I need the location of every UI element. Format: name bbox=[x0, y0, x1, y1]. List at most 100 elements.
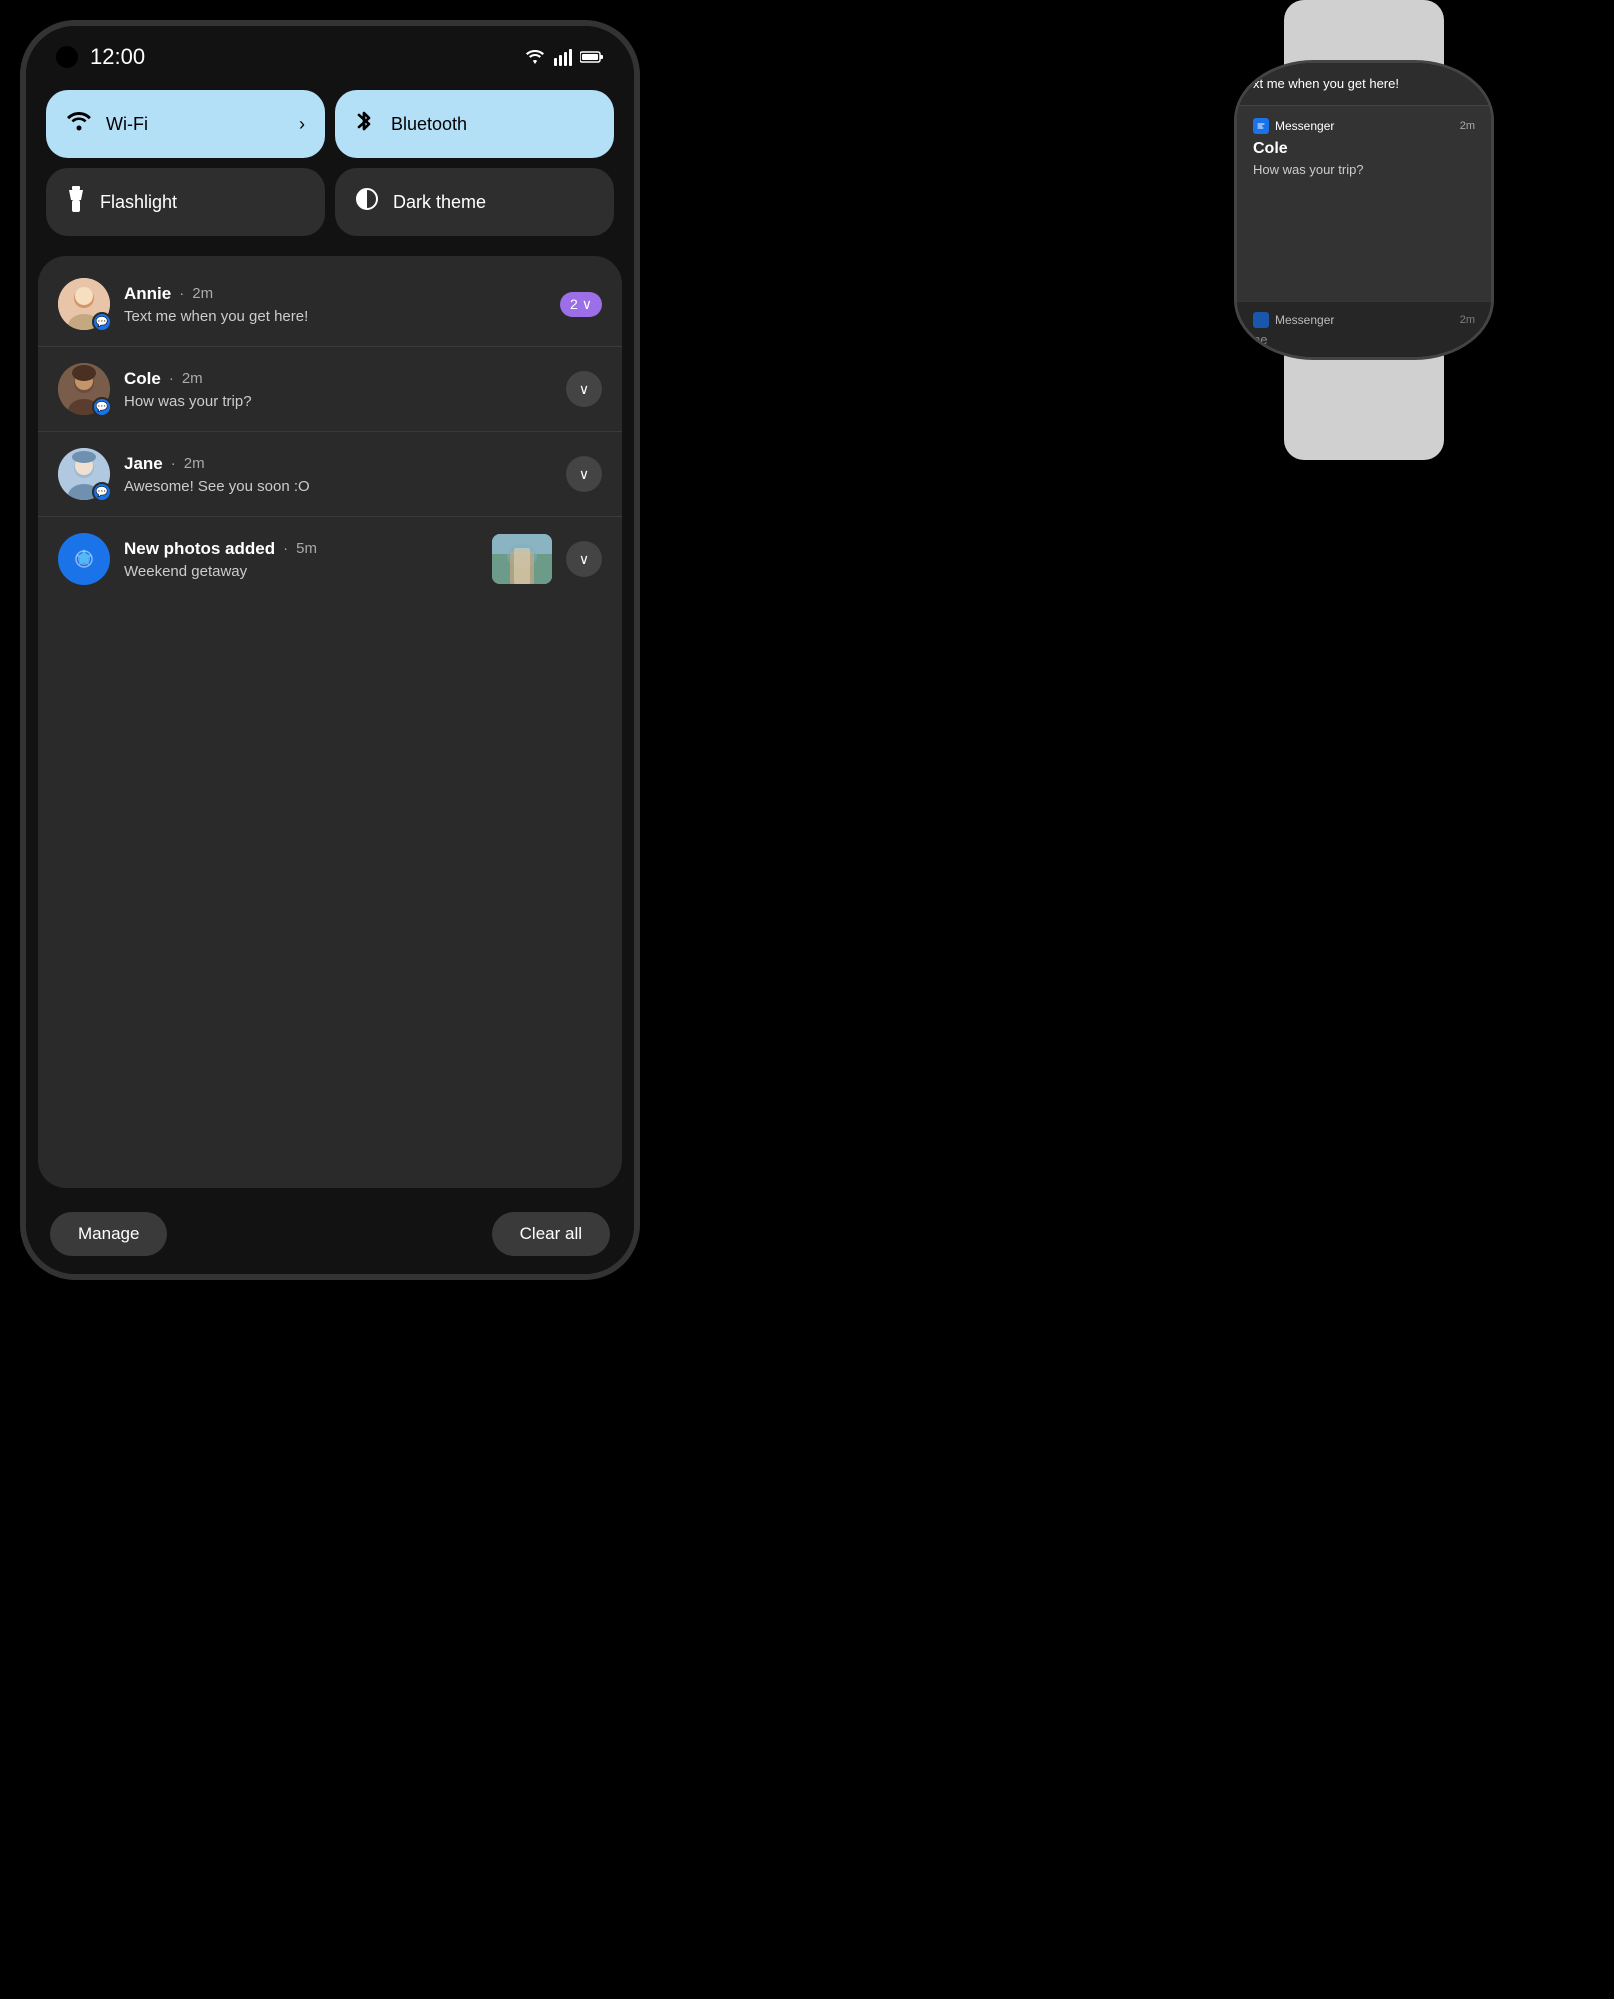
cole-action[interactable]: ∨ bbox=[566, 371, 602, 407]
watch-message: How was your trip? bbox=[1253, 162, 1475, 177]
photos-message: Weekend getaway bbox=[124, 563, 478, 580]
watch-top-message: xt me when you get here! bbox=[1253, 75, 1475, 93]
wifi-arrow-icon: › bbox=[299, 114, 305, 135]
bottom-buttons: Manage Clear all bbox=[26, 1198, 634, 1274]
watch-bottom-header: Messenger 2m bbox=[1253, 312, 1475, 328]
cole-expand-button[interactable]: ∨ bbox=[566, 371, 602, 407]
photos-dot: · bbox=[283, 540, 288, 557]
wifi-tile[interactable]: Wi-Fi › bbox=[46, 90, 325, 158]
annie-app-badge: 💬 bbox=[92, 312, 112, 332]
annie-count: 2 bbox=[570, 296, 578, 312]
jane-expand-button[interactable]: ∨ bbox=[566, 456, 602, 492]
cole-sender: Cole bbox=[124, 369, 161, 389]
flashlight-icon bbox=[66, 186, 86, 218]
notifications-panel: 💬 Annie · 2m Text me when you get here! … bbox=[38, 256, 622, 1188]
messenger-badge-icon: 💬 bbox=[96, 317, 108, 328]
annie-sender: Annie bbox=[124, 284, 171, 304]
jane-app-badge: 💬 bbox=[92, 482, 112, 502]
watch-bottom-app-name: Messenger bbox=[1275, 313, 1334, 327]
darktheme-tile[interactable]: Dark theme bbox=[335, 168, 614, 236]
photos-app-icon bbox=[58, 533, 110, 585]
jane-message: Awesome! See you soon :O bbox=[124, 478, 552, 495]
annie-avatar-wrapper: 💬 bbox=[58, 278, 110, 330]
photos-time: 5m bbox=[296, 540, 317, 557]
annie-header: Annie · 2m bbox=[124, 284, 546, 304]
quick-tiles: Wi-Fi › Bluetooth bbox=[26, 80, 634, 246]
annie-notification-content: Annie · 2m Text me when you get here! bbox=[124, 284, 546, 325]
clear-all-button[interactable]: Clear all bbox=[492, 1212, 610, 1256]
watch-notif-top: xt me when you get here! bbox=[1237, 63, 1491, 106]
tiles-row-1: Wi-Fi › Bluetooth bbox=[46, 90, 614, 158]
cole-avatar-wrapper: 💬 bbox=[58, 363, 110, 415]
bluetooth-tile[interactable]: Bluetooth bbox=[335, 90, 614, 158]
chevron-down-cole-icon: ∨ bbox=[579, 381, 589, 398]
wifi-status-icon bbox=[524, 48, 546, 66]
watch-notification-time: 2m bbox=[1460, 120, 1475, 132]
jane-avatar-wrapper: 💬 bbox=[58, 448, 110, 500]
notification-annie[interactable]: 💬 Annie · 2m Text me when you get here! … bbox=[38, 262, 622, 347]
flashlight-label: Flashlight bbox=[100, 192, 177, 213]
wifi-icon bbox=[66, 110, 92, 138]
jane-time: 2m bbox=[184, 455, 205, 472]
jane-sender: Jane bbox=[124, 454, 163, 474]
jane-action[interactable]: ∨ bbox=[566, 456, 602, 492]
photos-notification-content: New photos added · 5m Weekend getaway bbox=[124, 539, 478, 580]
watch-sender: Cole bbox=[1253, 140, 1475, 158]
cole-time: 2m bbox=[182, 370, 203, 387]
bluetooth-icon bbox=[355, 108, 377, 140]
watch-notif-header: Messenger 2m bbox=[1253, 118, 1475, 134]
chevron-down-jane-icon: ∨ bbox=[579, 466, 589, 483]
cole-message: How was your trip? bbox=[124, 393, 552, 410]
watch-bottom-messenger-icon bbox=[1253, 312, 1269, 328]
annie-count-badge[interactable]: 2 ∨ bbox=[560, 292, 602, 317]
cole-notification-content: Cole · 2m How was your trip? bbox=[124, 369, 552, 410]
chevron-down-icon: ∨ bbox=[582, 296, 592, 313]
camera-dot bbox=[56, 46, 78, 68]
chevron-down-photos-icon: ∨ bbox=[579, 551, 589, 568]
signal-status-icon bbox=[554, 48, 572, 66]
watch-screen: xt me when you get here! Messenger bbox=[1237, 63, 1491, 357]
annie-action[interactable]: 2 ∨ bbox=[560, 292, 602, 317]
watch-bottom-time: 2m bbox=[1460, 314, 1475, 326]
flashlight-tile[interactable]: Flashlight bbox=[46, 168, 325, 236]
annie-message: Text me when you get here! bbox=[124, 308, 546, 325]
watch-bottom-sender: ne bbox=[1253, 332, 1475, 347]
status-time: 12:00 bbox=[90, 44, 145, 70]
watch-case: xt me when you get here! Messenger bbox=[1234, 60, 1494, 360]
phone-screen: 12:00 bbox=[26, 26, 634, 1274]
jane-header: Jane · 2m bbox=[124, 454, 552, 474]
cole-app-badge: 💬 bbox=[92, 397, 112, 417]
watch-app-info: Messenger bbox=[1253, 118, 1334, 134]
smartwatch-device: xt me when you get here! Messenger bbox=[1194, 0, 1534, 480]
darktheme-label: Dark theme bbox=[393, 192, 486, 213]
photos-header: New photos added · 5m bbox=[124, 539, 478, 559]
battery-status-icon bbox=[580, 50, 604, 64]
annie-time: 2m bbox=[192, 285, 213, 302]
watch-app-name: Messenger bbox=[1275, 119, 1334, 133]
manage-button[interactable]: Manage bbox=[50, 1212, 167, 1256]
photos-sender: New photos added bbox=[124, 539, 275, 559]
jane-dot: · bbox=[171, 455, 176, 472]
notification-jane[interactable]: 💬 Jane · 2m Awesome! See you soon :O ∨ bbox=[38, 432, 622, 517]
phone-device: 12:00 bbox=[20, 20, 640, 1280]
status-icons bbox=[524, 48, 604, 66]
wifi-label: Wi-Fi bbox=[106, 114, 148, 135]
status-left: 12:00 bbox=[56, 44, 145, 70]
photos-expand-button[interactable]: ∨ bbox=[566, 541, 602, 577]
jane-notification-content: Jane · 2m Awesome! See you soon :O bbox=[124, 454, 552, 495]
watch-bottom-notification: Messenger 2m ne bbox=[1237, 301, 1491, 357]
status-bar: 12:00 bbox=[26, 26, 634, 80]
watch-main-notification[interactable]: Messenger 2m Cole How was your trip? bbox=[1237, 106, 1491, 301]
cole-header: Cole · 2m bbox=[124, 369, 552, 389]
notification-photos[interactable]: New photos added · 5m Weekend getaway bbox=[38, 517, 622, 601]
notification-cole[interactable]: 💬 Cole · 2m How was your trip? ∨ bbox=[38, 347, 622, 432]
photos-thumbnail bbox=[492, 534, 552, 584]
annie-dot: · bbox=[179, 285, 184, 302]
cole-dot: · bbox=[169, 370, 174, 387]
messenger-badge-cole-icon: 💬 bbox=[96, 402, 108, 413]
messenger-badge-jane-icon: 💬 bbox=[96, 487, 108, 498]
darktheme-icon bbox=[355, 187, 379, 217]
photos-action: ∨ bbox=[492, 534, 602, 584]
watch-messenger-icon bbox=[1253, 118, 1269, 134]
watch-bottom-app-info: Messenger bbox=[1253, 312, 1334, 328]
